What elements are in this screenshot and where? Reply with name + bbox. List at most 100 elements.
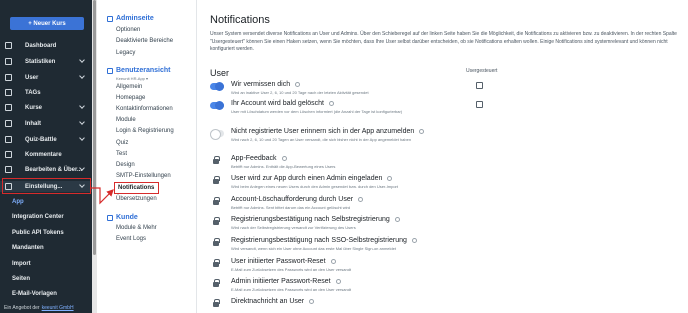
notification-title: User initiierter Passwort-Reset (231, 258, 336, 265)
customer-heading: Kunde (107, 214, 138, 221)
app-root: + Neuer Kurs Dashboard Statistiken User … (0, 0, 688, 313)
notification-description: Wird nach 2, 6, 10 und 20 Tagen an User … (231, 137, 412, 142)
lock-icon (213, 156, 220, 165)
user-view-icon (107, 68, 113, 74)
gear-icon[interactable] (335, 278, 341, 284)
sidebar-item-quiz-battle[interactable]: Quiz-Battle (0, 134, 92, 145)
lock-icon (213, 197, 220, 206)
lock-icon (213, 299, 220, 308)
gear-icon[interactable] (309, 298, 315, 304)
gear-icon[interactable] (411, 237, 417, 243)
quiz-icon (5, 136, 12, 143)
notification-title: Admin initiierter Passwort-Reset (231, 278, 341, 285)
nav-smtp-einstellungen[interactable]: SMTP-Einstellungen (116, 173, 171, 179)
nav-optionen[interactable]: Optionen (116, 27, 140, 33)
sidebar-item-user[interactable]: User (0, 72, 92, 83)
company-link[interactable]: keeunit GmbH (42, 305, 74, 311)
nav-event-logs[interactable]: Event Logs (116, 236, 146, 242)
settings-nav: Adminseite Optionen Deaktivierte Bereich… (97, 0, 197, 313)
lock-icon (213, 176, 220, 185)
edit-icon (5, 166, 12, 173)
user-icon (5, 74, 12, 81)
app-selector[interactable]: Keeunit HR-App ▾ (116, 76, 148, 81)
usergesteuert-checkbox[interactable] (476, 101, 483, 108)
nav-legacy[interactable]: Legacy (116, 50, 135, 56)
gear-icon[interactable] (281, 155, 287, 161)
nav-homepage[interactable]: Homepage (116, 95, 145, 101)
lock-icon (213, 217, 220, 226)
sidebar-item-dashboard[interactable]: Dashboard (0, 40, 92, 51)
nav-allgemein[interactable]: Allgemein (116, 84, 142, 90)
sidebar-subitem-mandanten[interactable]: Mandanten (12, 242, 92, 253)
chart-icon (5, 58, 12, 65)
notification-row: Nicht registrierte User erinnern sich in… (210, 128, 688, 148)
sidebar-item-statistiken[interactable]: Statistiken (0, 56, 92, 67)
notification-row: Ihr Account wird bald gelöscht User mit … (210, 100, 688, 120)
nav-module-mehr[interactable]: Module & Mehr (116, 225, 157, 231)
sidebar-item-bearbeiten[interactable]: Bearbeiten & Über... (0, 164, 92, 175)
nav-notifications[interactable]: Notifications (118, 185, 154, 191)
content-icon (5, 120, 12, 127)
sidebar-item-kurse[interactable]: Kurse (0, 102, 92, 113)
notification-row: App-Feedback Betrifft nur Admins. Enthäl… (210, 155, 688, 175)
notification-description: Wird nach der Selbstregistrierung versan… (231, 225, 356, 230)
lock-icon (213, 238, 220, 247)
sidebar-subitem-integration-center[interactable]: Integration Center (12, 211, 92, 222)
lock-icon (213, 259, 220, 268)
chevron-down-icon (79, 119, 85, 125)
sidebar-subitem-import[interactable]: Import (12, 258, 92, 269)
scrollbar-thumb[interactable] (93, 0, 96, 255)
footer: Ein Angebot der keeunit GmbH (4, 304, 74, 311)
gear-icon[interactable] (329, 100, 334, 106)
sidebar-subitem-seiten[interactable]: Seiten (12, 273, 92, 284)
new-course-button[interactable]: + Neuer Kurs (10, 17, 84, 30)
notification-description: Wird an inaktive User 2, 6, 10 und 20 Ta… (231, 90, 369, 95)
notification-row: Registrierungsbestätigung nach Selbstreg… (210, 216, 688, 236)
gear-icon[interactable] (387, 175, 393, 181)
chevron-down-icon (79, 57, 85, 63)
lock-icon (213, 279, 220, 288)
toggle-switch-on[interactable] (210, 101, 224, 110)
notifications-panel: Notifications Unser System versendet div… (210, 0, 688, 313)
nav-design[interactable]: Design (116, 162, 135, 168)
nav-login-registrierung[interactable]: Login & Registrierung (116, 128, 174, 134)
notification-description: Wird beim Anlegen eines neuen Users durc… (231, 184, 398, 189)
notification-description: E-Mail zum Zurücksetzen des Passworts wi… (231, 267, 352, 272)
nav-uebersetzungen[interactable]: Übersetzungen (116, 196, 157, 202)
gear-icon[interactable] (295, 81, 301, 87)
gear-icon[interactable] (394, 216, 400, 222)
nav-deaktivierte-bereiche[interactable]: Deaktivierte Bereiche (116, 38, 173, 44)
sidebar-item-tags[interactable]: TAGs (0, 87, 92, 98)
nav-kontaktinformationen[interactable]: Kontaktinformationen (116, 106, 173, 112)
sidebar-item-kommentare[interactable]: Kommentare (0, 149, 92, 160)
course-icon (5, 104, 12, 111)
sidebar-subitem-public-api-tokens[interactable]: Public API Tokens (12, 227, 92, 238)
chevron-down-icon (79, 103, 85, 109)
column-header-usergesteuert: Usergesteuert (466, 68, 498, 74)
notification-description: E-Mail zum Zurücksetzen des Passworts wi… (231, 287, 352, 292)
toggle-switch-off[interactable] (210, 129, 224, 140)
sidebar-subitem-email-vorlagen[interactable]: E-Mail-Vorlagen (12, 288, 92, 299)
main-sidebar: + Neuer Kurs Dashboard Statistiken User … (0, 0, 92, 313)
notification-title: Ihr Account wird bald gelöscht (231, 100, 334, 107)
notification-row: User initiierter Passwort-Reset E-Mail z… (210, 258, 688, 278)
gear-icon[interactable] (330, 258, 336, 264)
nav-test[interactable]: Test (116, 151, 127, 157)
admin-icon (107, 16, 113, 22)
gear-icon[interactable] (419, 128, 425, 134)
gear-icon[interactable] (358, 196, 364, 202)
notification-title: Wir vermissen dich (231, 81, 301, 88)
comment-icon (5, 151, 12, 158)
notification-description: Betrifft nur Admins. Enthält die App-Bew… (231, 164, 336, 169)
notification-row: Admin initiierter Passwort-Reset E-Mail … (210, 278, 688, 298)
sidebar-subitem-app[interactable]: App (12, 196, 92, 207)
notification-title: Nicht registrierte User erinnern sich in… (231, 128, 425, 135)
notification-title: Account-Löschaufforderung durch User (231, 196, 364, 203)
nav-quiz[interactable]: Quiz (116, 140, 128, 146)
usergesteuert-checkbox[interactable] (476, 82, 483, 89)
notification-description: Wird versandt, wenn sich ein User ohne A… (231, 246, 396, 251)
sidebar-item-inhalt[interactable]: Inhalt (0, 118, 92, 129)
notification-description: Betrifft nur Admins. Sent bittet darum d… (231, 205, 351, 210)
toggle-switch-on[interactable] (210, 82, 224, 91)
nav-module[interactable]: Module (116, 117, 136, 123)
